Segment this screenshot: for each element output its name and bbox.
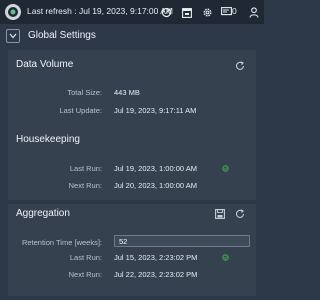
aggregation-last-run-label: Last Run:	[69, 253, 102, 262]
last-update-value: Jul 19, 2023, 9:17:11 AM	[114, 106, 197, 115]
housekeeping-last-run-label: Last Run:	[69, 164, 102, 173]
global-settings-title: Global Settings	[28, 30, 96, 41]
total-size-label: Total Size:	[67, 88, 102, 97]
settings-page: Global Settings Data Volume Total Size: …	[4, 24, 264, 300]
last-refresh-label: Last refresh : Jul 19, 2023, 9:17:00 AM	[27, 6, 174, 16]
collapse-toggle-button[interactable]	[6, 29, 20, 43]
notification-icon[interactable]	[220, 6, 232, 18]
success-status-icon	[222, 165, 229, 172]
chevron-down-icon	[9, 33, 17, 39]
save-icon[interactable]	[214, 208, 226, 220]
housekeeping-next-run-value: Jul 20, 2023, 1:00:00 AM	[114, 181, 197, 190]
retention-time-label: Retention Time [weeks]:	[21, 238, 102, 247]
housekeeping-last-run-value: Jul 19, 2023, 1:00:00 AM	[114, 164, 197, 173]
retention-time-input[interactable]	[114, 235, 250, 247]
data-volume-title: Data Volume	[16, 59, 74, 70]
notification-count: 0	[232, 6, 237, 16]
housekeeping-title: Housekeeping	[16, 134, 80, 145]
global-settings-header: Global Settings	[4, 26, 264, 46]
gear-icon[interactable]	[201, 6, 213, 18]
user-icon[interactable]	[248, 6, 260, 18]
aggregation-title: Aggregation	[16, 208, 70, 219]
refresh-icon[interactable]	[234, 60, 246, 72]
aggregation-success-icon	[222, 254, 229, 261]
aggregation-last-run-value: Jul 15, 2023, 2:23:02 PM	[114, 253, 198, 262]
housekeeping-next-run-label: Next Run:	[68, 181, 102, 190]
aggregation-refresh-icon[interactable]	[234, 208, 246, 220]
app-logo-icon[interactable]	[5, 4, 21, 20]
top-bar: Last refresh : Jul 19, 2023, 9:17:00 AM …	[0, 0, 264, 24]
calendar-icon[interactable]	[181, 6, 193, 18]
wand-icon[interactable]	[160, 6, 172, 18]
last-update-label: Last Update:	[59, 106, 102, 115]
total-size-value: 443 MB	[114, 88, 140, 97]
aggregation-next-run-label: Next Run:	[68, 270, 102, 279]
aggregation-next-run-value: Jul 22, 2023, 2:23:02 PM	[114, 270, 198, 279]
